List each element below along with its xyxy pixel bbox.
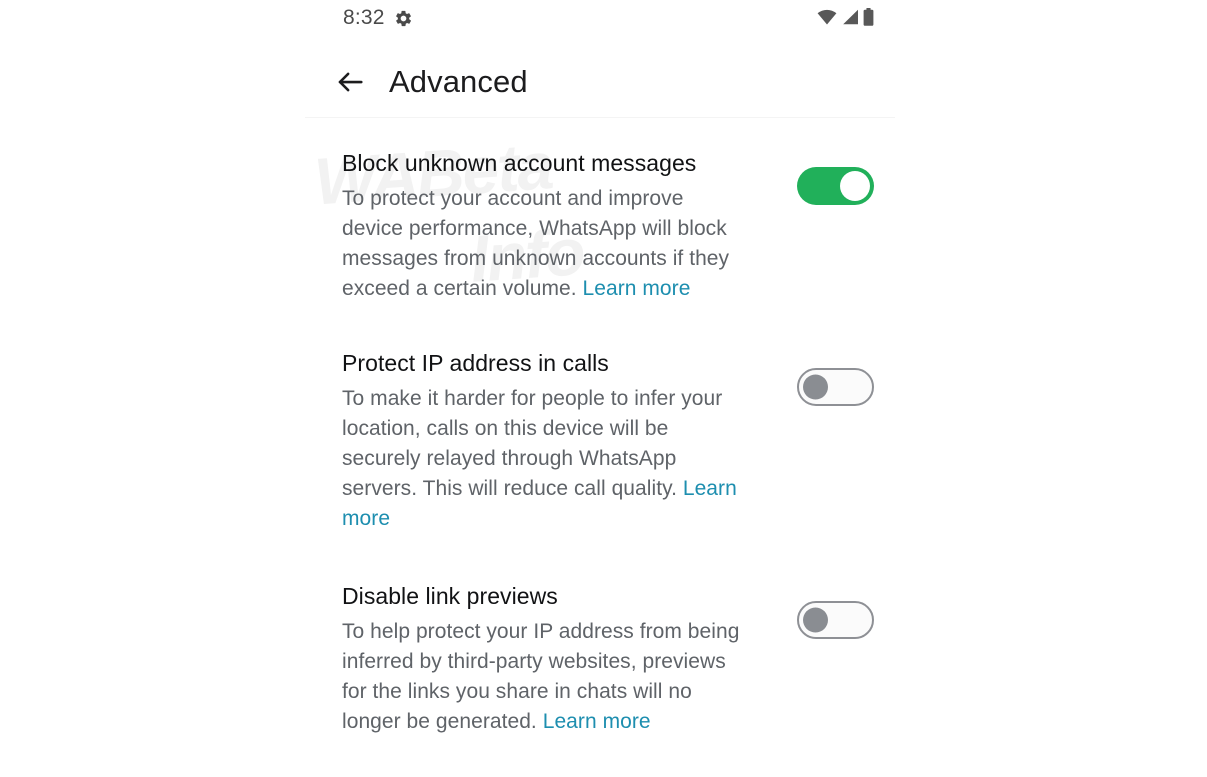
status-bar-right bbox=[817, 8, 874, 31]
learn-more-link[interactable]: Learn more bbox=[583, 277, 691, 300]
toggle-knob bbox=[803, 607, 828, 633]
page-title: Advanced bbox=[389, 63, 528, 99]
setting-row-block-unknown-account-messages[interactable]: Block unknown account messages To protec… bbox=[300, 148, 900, 304]
back-button[interactable] bbox=[327, 59, 373, 105]
cellular-signal-icon bbox=[841, 9, 859, 30]
app-bar-divider bbox=[305, 117, 895, 118]
toggle-disable-link-previews[interactable] bbox=[797, 601, 874, 639]
status-bar: 8:32 bbox=[300, 0, 900, 42]
toggle-protect-ip-address-in-calls[interactable] bbox=[797, 368, 874, 406]
settings-list: Block unknown account messages To protec… bbox=[300, 126, 900, 737]
setting-row-disable-link-previews[interactable]: Disable link previews To help protect yo… bbox=[300, 581, 900, 737]
wifi-icon bbox=[817, 9, 837, 30]
setting-description: To protect your account and improve devi… bbox=[342, 184, 746, 304]
setting-row-protect-ip-address-in-calls[interactable]: Protect IP address in calls To make it h… bbox=[300, 348, 900, 534]
status-clock: 8:32 bbox=[343, 6, 385, 29]
setting-text: Block unknown account messages To protec… bbox=[342, 148, 797, 304]
setting-description: To make it harder for people to infer yo… bbox=[342, 384, 746, 534]
setting-title: Protect IP address in calls bbox=[342, 350, 609, 376]
learn-more-link[interactable]: Learn more bbox=[543, 710, 651, 733]
gear-icon bbox=[394, 9, 413, 28]
toggle-knob bbox=[840, 171, 870, 201]
app-bar: Advanced bbox=[300, 46, 900, 117]
toggle-block-unknown-account-messages[interactable] bbox=[797, 167, 874, 205]
setting-description-text: To make it harder for people to infer yo… bbox=[342, 387, 723, 500]
status-bar-left: 8:32 bbox=[343, 6, 413, 30]
setting-text: Disable link previews To help protect yo… bbox=[342, 581, 797, 737]
battery-icon bbox=[863, 8, 874, 31]
setting-text: Protect IP address in calls To make it h… bbox=[342, 348, 797, 534]
toggle-knob bbox=[803, 374, 828, 400]
setting-description: To help protect your IP address from bei… bbox=[342, 617, 746, 737]
setting-description-text: To help protect your IP address from bei… bbox=[342, 620, 740, 733]
setting-title: Disable link previews bbox=[342, 583, 558, 609]
phone-screenshot: WABeta Info 8:32 Advanced Block unknown … bbox=[0, 0, 1207, 777]
setting-title: Block unknown account messages bbox=[342, 150, 697, 176]
arrow-left-icon bbox=[335, 67, 365, 97]
